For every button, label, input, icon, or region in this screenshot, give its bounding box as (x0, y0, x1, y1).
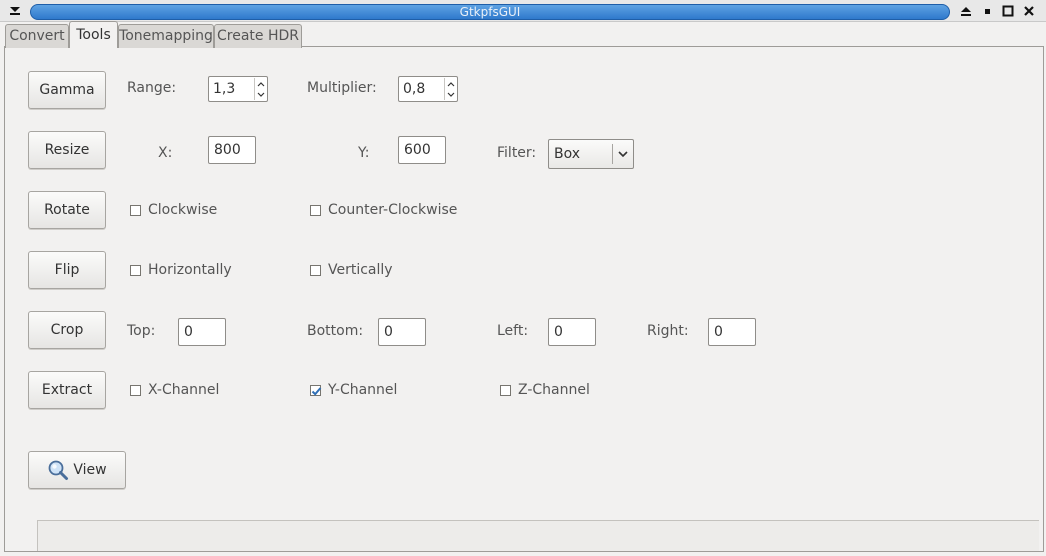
tab-convert[interactable]: Convert (5, 24, 69, 48)
view-button[interactable]: View (28, 451, 126, 489)
combo-separator (612, 144, 613, 164)
tab-label: Convert (9, 28, 65, 44)
crop-top-label: Top: (127, 323, 156, 339)
crop-left-label: Left: (497, 323, 529, 339)
close-icon[interactable] (1020, 3, 1038, 19)
tab-tonemapping[interactable]: Tonemapping (118, 24, 214, 48)
tab-create-hdr[interactable]: Create HDR (214, 24, 302, 48)
rotate-button[interactable]: Rotate (28, 191, 106, 229)
maximize-icon[interactable] (999, 3, 1017, 19)
filter-select[interactable]: Box (548, 139, 634, 169)
tab-label: Tools (76, 27, 111, 43)
resize-button[interactable]: Resize (28, 131, 106, 169)
counter-clockwise-checkbox[interactable] (310, 205, 321, 216)
range-label: Range: (127, 80, 177, 96)
crop-left-input[interactable]: 0 (548, 318, 596, 346)
tab-label: Create HDR (216, 28, 299, 44)
crop-top-input[interactable]: 0 (178, 318, 226, 346)
gamma-button[interactable]: Gamma (28, 71, 106, 109)
z-channel-checkbox[interactable] (500, 385, 511, 396)
resize-x-input[interactable]: 800 (208, 136, 256, 164)
title-bar: GtkpfsGUI (0, 0, 1046, 22)
multiplier-spinner[interactable]: 0,8 (398, 76, 458, 102)
resize-x-label: X: (158, 145, 173, 161)
crop-right-input[interactable]: 0 (708, 318, 756, 346)
crop-right-label: Right: (647, 323, 689, 339)
chevron-down-icon (616, 147, 630, 161)
resize-y-label: Y: (358, 145, 370, 161)
minimize-icon[interactable] (978, 3, 996, 19)
multiplier-value: 0,8 (403, 81, 426, 97)
magnifier-icon (47, 459, 69, 481)
counter-clockwise-label[interactable]: Counter-Clockwise (328, 202, 457, 218)
multiplier-spin-arrows (444, 78, 456, 100)
crop-bottom-input[interactable]: 0 (378, 318, 426, 346)
tab-tools[interactable]: Tools (69, 21, 118, 48)
spin-up-icon[interactable] (255, 78, 267, 89)
spin-down-icon[interactable] (255, 89, 267, 100)
range-spin-arrows (254, 78, 266, 100)
horizontally-checkbox[interactable] (130, 265, 141, 276)
range-value: 1,3 (213, 81, 236, 97)
shade-icon[interactable] (957, 3, 975, 19)
horizontally-label[interactable]: Horizontally (148, 262, 232, 278)
clockwise-checkbox[interactable] (130, 205, 141, 216)
checkmark-icon (311, 387, 322, 396)
filter-value: Box (554, 146, 581, 162)
z-channel-label[interactable]: Z-Channel (518, 382, 590, 398)
range-spinner[interactable]: 1,3 (208, 76, 268, 102)
title-drag-area[interactable]: GtkpfsGUI (30, 4, 950, 20)
clockwise-label[interactable]: Clockwise (148, 202, 217, 218)
x-channel-label[interactable]: X-Channel (148, 382, 219, 398)
spin-down-icon[interactable] (445, 89, 457, 100)
x-channel-checkbox[interactable] (130, 385, 141, 396)
crop-button[interactable]: Crop (28, 311, 106, 349)
resize-y-input[interactable]: 600 (398, 136, 446, 164)
filter-label: Filter: (497, 145, 537, 161)
extract-button[interactable]: Extract (28, 371, 106, 409)
multiplier-label: Multiplier: (307, 80, 377, 96)
view-label: View (73, 462, 107, 478)
tab-label: Tonemapping (119, 28, 213, 44)
y-channel-checkbox[interactable] (310, 385, 322, 396)
crop-bottom-label: Bottom: (307, 323, 364, 339)
y-channel-label[interactable]: Y-Channel (328, 382, 397, 398)
tools-panel (4, 46, 1044, 552)
status-bar (37, 520, 1039, 551)
window-title: GtkpfsGUI (459, 5, 521, 19)
vertically-label[interactable]: Vertically (328, 262, 393, 278)
window-menu-icon[interactable] (6, 3, 24, 19)
spin-up-icon[interactable] (445, 78, 457, 89)
flip-button[interactable]: Flip (28, 251, 106, 289)
vertically-checkbox[interactable] (310, 265, 321, 276)
